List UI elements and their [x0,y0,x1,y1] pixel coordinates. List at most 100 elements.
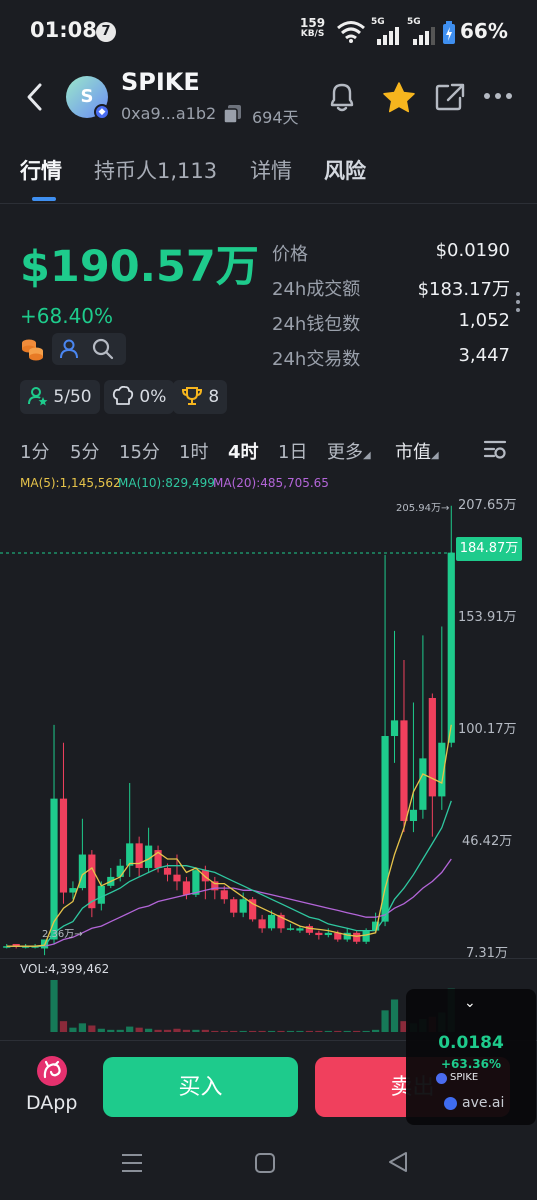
tab-details[interactable]: 详情 [250,155,292,185]
floating-price-widget[interactable]: ⌄ 0.0184 +63.36% SPIKE ave.ai [406,989,536,1125]
buy-button[interactable]: 买入 [103,1057,298,1117]
volume-bar [116,1029,124,1032]
divider [0,203,537,204]
volume-label: VOL:4,399,462 [20,962,110,976]
timeframe-5m[interactable]: 5分 [70,438,99,464]
top-trader-chip[interactable]: 8 [173,380,228,414]
network-speed-value: 159 [300,16,326,30]
tab-holders[interactable]: 持币人1,113 [94,155,217,185]
market-cap-value: $190.57万 [20,242,259,292]
token-avatar-letter: S [80,86,94,107]
volume-bar [239,1030,247,1032]
volume-bar [88,1025,96,1032]
dropdown-triangle-icon: ◢ [431,450,439,461]
tab-active-indicator [32,197,56,201]
candle-body [353,932,361,942]
low-marker-label: 2.36万→ [42,929,83,940]
current-price-tag: 184.87万 [456,537,522,561]
candle-body [258,919,266,929]
volume-bar [107,1029,115,1032]
home-icon[interactable] [254,1152,276,1174]
volume-bar [390,999,399,1032]
dapp-icon[interactable] [37,1056,67,1086]
timeframe-1h[interactable]: 1时 [179,438,208,464]
timeframe-15m[interactable]: 15分 [119,438,160,464]
copy-icon[interactable] [223,104,243,124]
wifi-icon [337,21,365,43]
candlestick-chart[interactable] [0,492,537,962]
candle-body [362,930,370,942]
low-marker-value: 2.36万 [42,929,75,940]
top-trader-value: 8 [208,387,220,407]
user-icon [60,339,78,359]
candle-body [296,928,304,931]
volume-bar [211,1030,219,1032]
volume-bar [277,1030,285,1032]
timeframe-1d[interactable]: 1日 [278,438,307,464]
chart-settings-icon[interactable] [482,436,508,462]
candle-body [239,899,247,913]
chart-mode-selector[interactable]: 市值◢ [395,438,439,464]
volume-bar [163,1029,172,1032]
coin-stack-icon[interactable] [20,333,46,365]
chain-icon [436,1073,447,1084]
nav-back-icon[interactable] [386,1150,410,1174]
token-address[interactable]: 0xa9...a1b2 [121,104,216,123]
ma20-legend: MA(20):485,705.65 [213,476,329,490]
volume-bar [324,1030,332,1032]
volume-bar [334,1030,342,1032]
timeframe-1m[interactable]: 1分 [20,438,49,464]
widget-site: ave.ai [462,1095,505,1111]
dev-holding-value: 0% [139,387,167,407]
star-icon[interactable] [382,81,416,113]
volume-bar [305,1030,313,1032]
timeframe-more[interactable]: 更多◢ [327,438,371,464]
vertical-dots-icon[interactable] [514,290,522,314]
widget-change: +63.36% [440,1057,502,1071]
volume-bar [296,1030,304,1032]
dapp-label[interactable]: DApp [26,1092,77,1114]
volume-bar [220,1030,228,1032]
signal-1: 5G [371,17,401,45]
volume-bar [201,1029,209,1032]
volume-bar [286,1030,295,1032]
token-name: SPIKE [121,68,200,96]
tab-market[interactable]: 行情 [20,155,62,185]
back-icon[interactable] [20,80,50,114]
holder-search-chip[interactable] [52,333,126,365]
candle-body [230,899,238,913]
recent-apps-icon[interactable] [120,1152,144,1174]
tab-risk[interactable]: 风险 [324,155,366,185]
candle-body [428,698,436,797]
cell-signal-icon [377,27,399,45]
candle-body [324,932,332,936]
volume-bar [69,1027,77,1032]
volume-bar [267,1030,276,1032]
signal-2: 5G [407,17,437,45]
share-icon[interactable] [434,82,466,112]
bell-icon[interactable] [326,80,358,114]
cell-signal-icon [413,27,435,45]
timeframe-4h[interactable]: 4时 [228,438,259,464]
candle-body [135,843,143,868]
notification-count-badge: 7 [96,22,116,42]
stat-trades-value: 3,447 [458,345,510,366]
high-marker-label: 205.94万→ [396,503,450,514]
candle-body [192,870,200,895]
chef-hat-icon [112,385,134,405]
candle-body [182,881,191,895]
more-options-icon[interactable] [482,86,514,106]
volume-bar [372,1029,380,1032]
candle-body [419,758,427,810]
battery-percent: 66% [460,19,508,43]
insider-holders-chip[interactable]: 5/50 [20,380,100,414]
dev-holding-chip[interactable]: 0% [104,380,175,414]
candle-body [97,885,105,904]
battery-icon [443,21,455,44]
ma10-legend: MA(10):829,499 [118,476,215,490]
collapse-chevron-icon[interactable]: ⌄ [464,995,476,1011]
user-star-icon [28,387,48,406]
volume-bar [135,1027,143,1032]
volume-bar [78,1023,86,1032]
candle-body [409,809,418,821]
